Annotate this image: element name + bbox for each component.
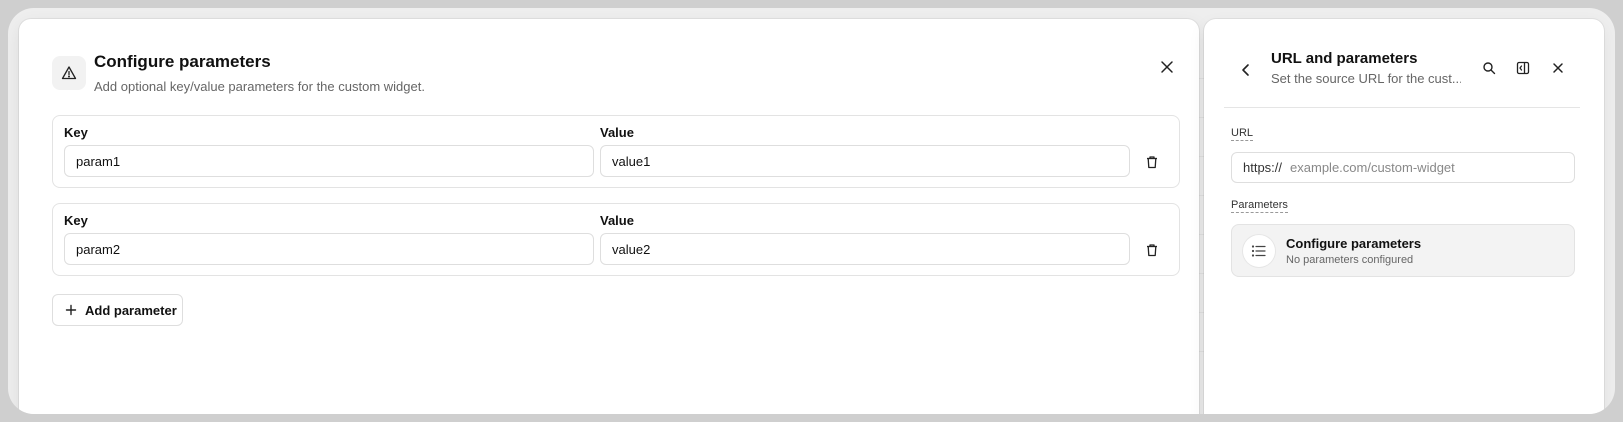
plus-icon [65, 304, 77, 316]
value-input[interactable]: value2 [600, 233, 1130, 265]
close-panel-button[interactable] [1546, 56, 1570, 80]
back-button[interactable] [1235, 59, 1257, 81]
url-placeholder: example.com/custom-widget [1290, 160, 1455, 175]
delete-parameter-button[interactable] [1142, 152, 1162, 172]
key-input[interactable]: param1 [64, 145, 594, 177]
close-icon [1553, 63, 1563, 73]
search-button[interactable] [1477, 56, 1501, 80]
parameters-label: Parameters [1231, 199, 1288, 213]
configure-parameters-modal: Configure parameters Add optional key/va… [19, 19, 1199, 414]
trash-icon [1147, 244, 1157, 257]
add-parameter-label: Add parameter [85, 302, 177, 318]
app-frame: Configure parameters Add optional key/va… [8, 8, 1615, 414]
panel-subtitle: Set the source URL for the cust... [1271, 71, 1461, 86]
parameter-row: Key Value param2 value2 [52, 203, 1180, 276]
panel-title: URL and parameters [1271, 50, 1418, 67]
configure-parameters-card[interactable]: Configure parameters No parameters confi… [1231, 224, 1575, 277]
list-icon [1243, 235, 1275, 267]
value-input[interactable]: value1 [600, 145, 1130, 177]
key-label: Key [64, 213, 88, 228]
value-label: Value [600, 213, 634, 228]
card-subtitle: No parameters configured [1286, 254, 1414, 266]
panel-divider [1224, 107, 1580, 108]
toggle-panel-button[interactable] [1511, 56, 1535, 80]
url-input[interactable]: https:// example.com/custom-widget [1231, 152, 1575, 183]
panel-collapse-icon [1516, 61, 1530, 75]
delete-parameter-button[interactable] [1142, 240, 1162, 260]
trash-icon [1147, 156, 1157, 169]
modal-subtitle: Add optional key/value parameters for th… [94, 79, 425, 94]
close-modal-button[interactable] [1156, 56, 1178, 78]
chevron-left-icon [1242, 64, 1249, 76]
key-label: Key [64, 125, 88, 140]
close-icon [1161, 61, 1173, 73]
url-prefix: https:// [1243, 160, 1283, 175]
value-label: Value [600, 125, 634, 140]
search-icon [1483, 62, 1496, 75]
url-label: URL [1231, 127, 1254, 141]
key-input[interactable]: param2 [64, 233, 594, 265]
parameter-row: Key Value param1 value1 [52, 115, 1180, 188]
add-parameter-button[interactable]: Add parameter [52, 294, 183, 326]
url-parameters-panel: URL and parameters Set the source URL fo… [1204, 19, 1604, 414]
modal-title: Configure parameters [94, 52, 271, 71]
warning-triangle-icon [52, 56, 86, 90]
card-title: Configure parameters [1286, 236, 1422, 251]
